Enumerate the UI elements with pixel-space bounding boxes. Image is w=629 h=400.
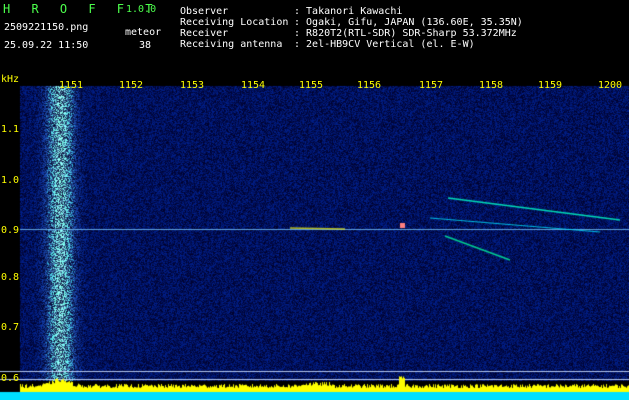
y-tick-label: 0.9 <box>1 225 20 236</box>
receiver-value: : R820T2(RTL-SDR) SDR-Sharp 53.372MHz <box>294 28 517 39</box>
x-tick-label: 1156 <box>357 80 382 91</box>
y-axis-unit: kHz <box>1 74 20 85</box>
y-tick-label: 1.1 <box>1 124 20 135</box>
x-tick-label: 1159 <box>538 80 563 91</box>
app-version: 1.0.0 <box>126 4 157 15</box>
detector-label: meteor <box>125 27 162 38</box>
y-tick-label: 1.0 <box>1 175 20 186</box>
filename-label: 2509221150.png <box>4 22 89 33</box>
hrofft-window: H R O F F T 1.0.0 2509221150.png 25.09.2… <box>0 0 629 400</box>
observer-value: : Takanori Kawachi <box>294 6 403 17</box>
y-tick-label: 0.6 <box>1 373 20 384</box>
x-tick-label: 1151 <box>59 80 84 91</box>
location-value: : Ogaki, Gifu, JAPAN (136.60E, 35.35N) <box>294 17 523 28</box>
spectrogram-canvas <box>0 74 629 400</box>
header-panel: H R O F F T 1.0.0 2509221150.png 25.09.2… <box>0 0 629 74</box>
x-tick-label: 1155 <box>299 80 324 91</box>
x-tick-label: 1158 <box>479 80 504 91</box>
x-tick-label: 1200 <box>598 80 623 91</box>
x-tick-label: 1152 <box>119 80 144 91</box>
y-tick-label: 0.8 <box>1 272 20 283</box>
observer-label: Observer <box>180 6 229 17</box>
antenna-label: Receiving antenna <box>180 39 283 50</box>
x-tick-label: 1153 <box>180 80 205 91</box>
x-tick-label: 1154 <box>241 80 266 91</box>
y-tick-label: 0.7 <box>1 322 20 333</box>
datetime-label: 25.09.22 11:50 <box>4 40 89 51</box>
receiver-label: Receiver <box>180 28 229 39</box>
location-label: Receiving Location <box>180 17 289 28</box>
detector-count: 38 <box>139 40 152 51</box>
antenna-value: : 2el-HB9CV Vertical (el. E-W) <box>294 39 475 50</box>
x-tick-label: 1157 <box>419 80 444 91</box>
